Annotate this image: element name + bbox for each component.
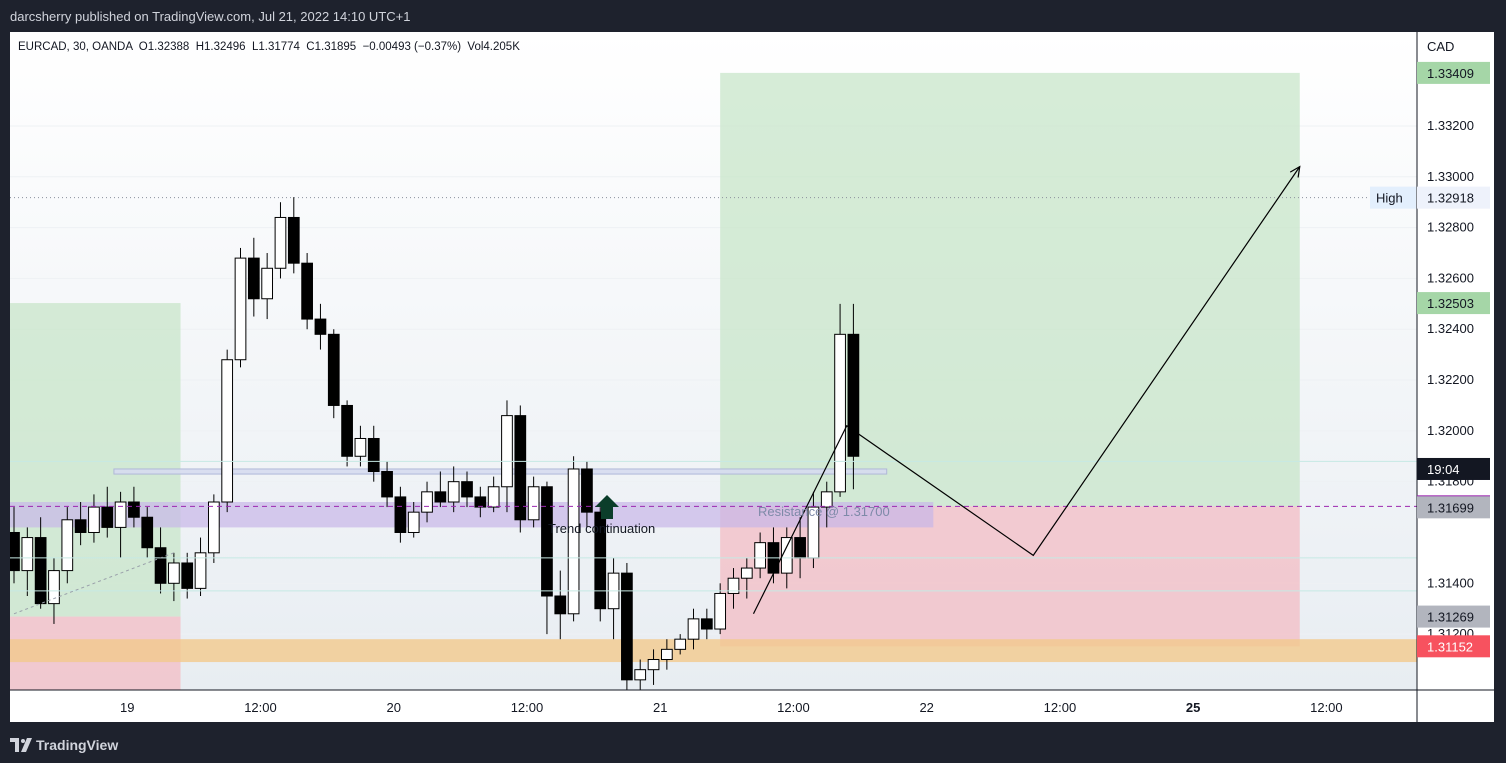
candle-body[interactable] [740, 567, 753, 579]
time-tick-label: 19 [120, 700, 134, 715]
footer: TradingView [0, 730, 1506, 763]
candle-body[interactable] [687, 618, 700, 640]
candle-body[interactable] [234, 257, 247, 361]
price-label-text: 19:04 [1427, 462, 1460, 477]
demand-zone [10, 639, 1417, 663]
candle-body[interactable] [274, 216, 287, 269]
price-label-text: 1.33409 [1427, 66, 1474, 81]
time-axis[interactable]: 19 12:00 20 12:00 21 12:00 22 12:00 25 12:00 [120, 700, 1343, 715]
candle-body[interactable] [314, 318, 327, 335]
price-tick-label: 1.32800 [1427, 220, 1474, 235]
candle-body[interactable] [168, 562, 180, 584]
candle-body[interactable] [527, 486, 540, 521]
candle-body[interactable] [847, 333, 860, 457]
candle-body[interactable] [128, 501, 140, 518]
candle-body[interactable] [341, 404, 353, 457]
time-tick-label: 22 [919, 700, 933, 715]
time-tick-label: 12:00 [244, 700, 277, 715]
candle-body[interactable] [421, 491, 433, 513]
candle-body[interactable] [301, 262, 313, 320]
candle-body[interactable] [181, 562, 194, 589]
candle-body[interactable] [207, 501, 220, 554]
candle-body[interactable] [74, 519, 87, 533]
candle-body[interactable] [474, 496, 487, 508]
candle-body[interactable] [541, 486, 553, 597]
candle-body[interactable] [8, 531, 20, 572]
time-tick-label: 21 [653, 700, 667, 715]
price-label-text: 1.31699 [1427, 500, 1474, 515]
candle-body[interactable] [487, 486, 500, 508]
time-tick-label: 12:00 [777, 700, 810, 715]
price-tick-label: 1.33200 [1427, 118, 1474, 133]
candle-body[interactable] [834, 333, 846, 493]
price-label-text: 1.32918 [1427, 191, 1474, 206]
candle-body[interactable] [287, 216, 300, 264]
profit-zone [720, 72, 1300, 507]
publish-line: darcsherry published on TradingView.com,… [10, 9, 411, 24]
candle-body[interactable] [247, 257, 260, 300]
candle-body[interactable] [354, 437, 367, 457]
candle-body[interactable] [154, 547, 167, 584]
candle-body[interactable] [114, 501, 127, 528]
footer-brand: TradingView [36, 737, 119, 753]
candle-body[interactable] [407, 511, 420, 533]
candle-body[interactable] [327, 333, 340, 406]
candle-body[interactable] [567, 468, 580, 615]
price-tick-label: 1.32400 [1427, 321, 1474, 336]
candle-body[interactable] [581, 468, 593, 513]
price-tick-label: 1.31400 [1427, 575, 1474, 590]
time-tick-label: 12:00 [511, 700, 544, 715]
price-label-text: 1.31152 [1427, 639, 1473, 654]
publish-header: darcsherry published on TradingView.com,… [0, 0, 1506, 32]
currency-label: CAD [1427, 39, 1454, 54]
high-tag-text: High [1376, 191, 1403, 206]
time-tick-label: 20 [386, 700, 400, 715]
candle-body[interactable] [21, 537, 34, 572]
candle-body[interactable] [674, 638, 687, 650]
time-tick-label: 25 [1186, 700, 1200, 715]
candlestick-chart[interactable]: 1.312001.314001.318001.320001.322001.324… [8, 32, 1494, 722]
price-tick-label: 1.32200 [1427, 372, 1474, 387]
candle-body[interactable] [621, 572, 633, 681]
candle-body[interactable] [714, 592, 727, 630]
candle-body[interactable] [461, 481, 473, 498]
candle-body[interactable] [141, 516, 154, 549]
candle-body[interactable] [634, 669, 647, 681]
candle-body[interactable] [61, 519, 74, 572]
candle-body[interactable] [261, 267, 274, 300]
resistance-label: Resistance @ 1.31700 [758, 504, 890, 519]
candle-body[interactable] [647, 659, 660, 671]
candle-body[interactable] [501, 415, 513, 488]
price-label-text: 1.31269 [1427, 610, 1474, 625]
candle-body[interactable] [221, 359, 234, 503]
chart-frame[interactable]: 1.31200 1.31400 1.31800 1.32000 1.32200 1.324… [8, 32, 1494, 722]
candle-body[interactable] [700, 618, 713, 630]
symbol-legend: EURCAD, 30, OANDA O1.32388 H1.32496 L1.3… [18, 41, 520, 53]
candle-body[interactable] [34, 537, 47, 605]
candle-body[interactable] [381, 471, 393, 498]
candle-body[interactable] [367, 437, 380, 473]
candle-body[interactable] [101, 506, 114, 528]
trend-continuation-label: Trend continuation [548, 521, 655, 536]
candle-body[interactable] [794, 537, 806, 559]
candle-body[interactable] [88, 506, 100, 533]
price-tick-label: 1.33000 [1427, 169, 1474, 184]
time-tick-label: 12:00 [1310, 700, 1343, 715]
price-tick-label: 1.32000 [1427, 423, 1474, 438]
candle-body[interactable] [394, 496, 407, 533]
tradingview-logo-icon [10, 738, 32, 752]
candle-body[interactable] [754, 542, 766, 569]
price-tick-label: 1.32600 [1427, 270, 1474, 285]
price-label-text: 1.32503 [1427, 296, 1474, 311]
candle-body[interactable] [514, 415, 527, 521]
candle-body[interactable] [447, 481, 460, 503]
candle-body[interactable] [434, 491, 447, 503]
candle-body[interactable] [554, 595, 567, 615]
candle-body[interactable] [661, 648, 673, 661]
time-tick-label: 12:00 [1044, 700, 1077, 715]
